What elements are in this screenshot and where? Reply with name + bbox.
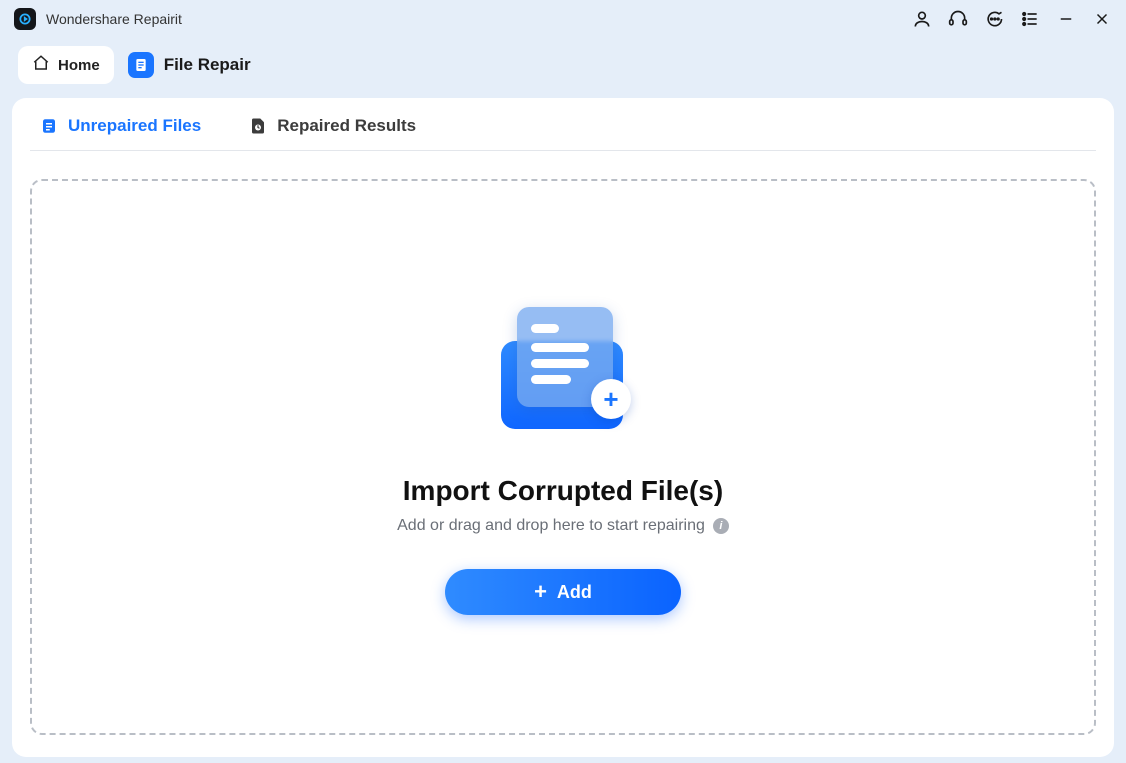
unrepaired-icon bbox=[40, 117, 58, 135]
home-icon bbox=[32, 54, 50, 76]
file-repair-icon bbox=[128, 52, 154, 78]
section-file-repair: File Repair bbox=[128, 52, 251, 78]
main-panel: Unrepaired Files Repaired Results + Impo… bbox=[12, 98, 1114, 757]
info-icon[interactable]: i bbox=[713, 518, 729, 534]
account-icon[interactable] bbox=[912, 9, 932, 29]
import-illustration: + bbox=[483, 299, 643, 449]
add-button-label: Add bbox=[557, 582, 592, 603]
drop-subtitle: Add or drag and drop here to start repai… bbox=[397, 517, 729, 535]
home-button[interactable]: Home bbox=[18, 46, 114, 84]
section-title: File Repair bbox=[164, 55, 251, 75]
tab-unrepaired[interactable]: Unrepaired Files bbox=[40, 116, 201, 136]
app-title: Wondershare Repairit bbox=[46, 11, 182, 27]
repaired-icon bbox=[249, 117, 267, 135]
drop-title: Import Corrupted File(s) bbox=[403, 475, 723, 507]
add-button[interactable]: + Add bbox=[445, 569, 681, 615]
plus-icon: + bbox=[591, 379, 631, 419]
close-icon[interactable] bbox=[1092, 9, 1112, 29]
tab-unrepaired-label: Unrepaired Files bbox=[68, 116, 201, 136]
feedback-icon[interactable] bbox=[984, 9, 1004, 29]
tab-repaired-label: Repaired Results bbox=[277, 116, 416, 136]
dropzone[interactable]: + Import Corrupted File(s) Add or drag a… bbox=[30, 179, 1096, 735]
menu-icon[interactable] bbox=[1020, 9, 1040, 29]
home-label: Home bbox=[58, 57, 100, 74]
support-icon[interactable] bbox=[948, 9, 968, 29]
tabs: Unrepaired Files Repaired Results bbox=[30, 114, 1096, 151]
app-logo bbox=[14, 8, 36, 30]
plus-icon: + bbox=[534, 581, 547, 603]
minimize-icon[interactable] bbox=[1056, 9, 1076, 29]
tab-repaired[interactable]: Repaired Results bbox=[249, 116, 416, 136]
